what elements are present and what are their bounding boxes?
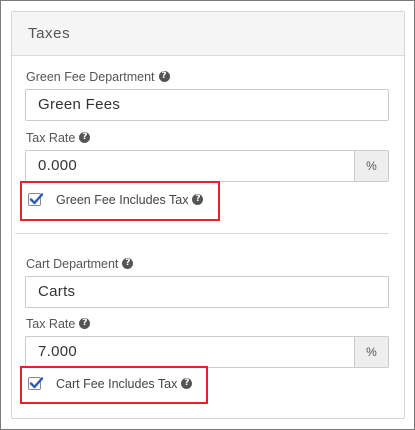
help-icon[interactable]: ? [158,71,170,83]
cart-department-input[interactable]: Carts [25,276,389,308]
green-fee-percent-addon: % [354,150,389,182]
green-fee-tax-rate-input[interactable]: 0.000 [25,150,355,182]
section-divider [15,233,388,234]
green-fee-tax-rate-label-text: Tax Rate [26,131,76,145]
cart-tax-rate-label-text: Tax Rate [26,317,76,331]
green-fee-department-label: Green Fee Department? [26,70,170,84]
help-icon[interactable]: ? [79,318,91,330]
cart-department-label: Cart Department? [26,257,134,271]
cart-percent-addon: % [354,336,389,368]
panel-header: Taxes [12,12,404,56]
green-fee-department-input[interactable]: Green Fees [25,89,389,121]
cart-tax-rate-label: Tax Rate? [26,317,91,331]
green-fee-department-label-text: Green Fee Department [26,70,155,84]
highlight-box [20,181,220,221]
panel-title: Taxes [28,25,71,42]
help-icon[interactable]: ? [122,258,134,270]
cart-department-label-text: Cart Department [26,257,119,271]
highlight-box [20,366,208,404]
cart-tax-rate-input[interactable]: 7.000 [25,336,355,368]
green-fee-tax-rate-label: Tax Rate? [26,131,91,145]
help-icon[interactable]: ? [79,132,91,144]
